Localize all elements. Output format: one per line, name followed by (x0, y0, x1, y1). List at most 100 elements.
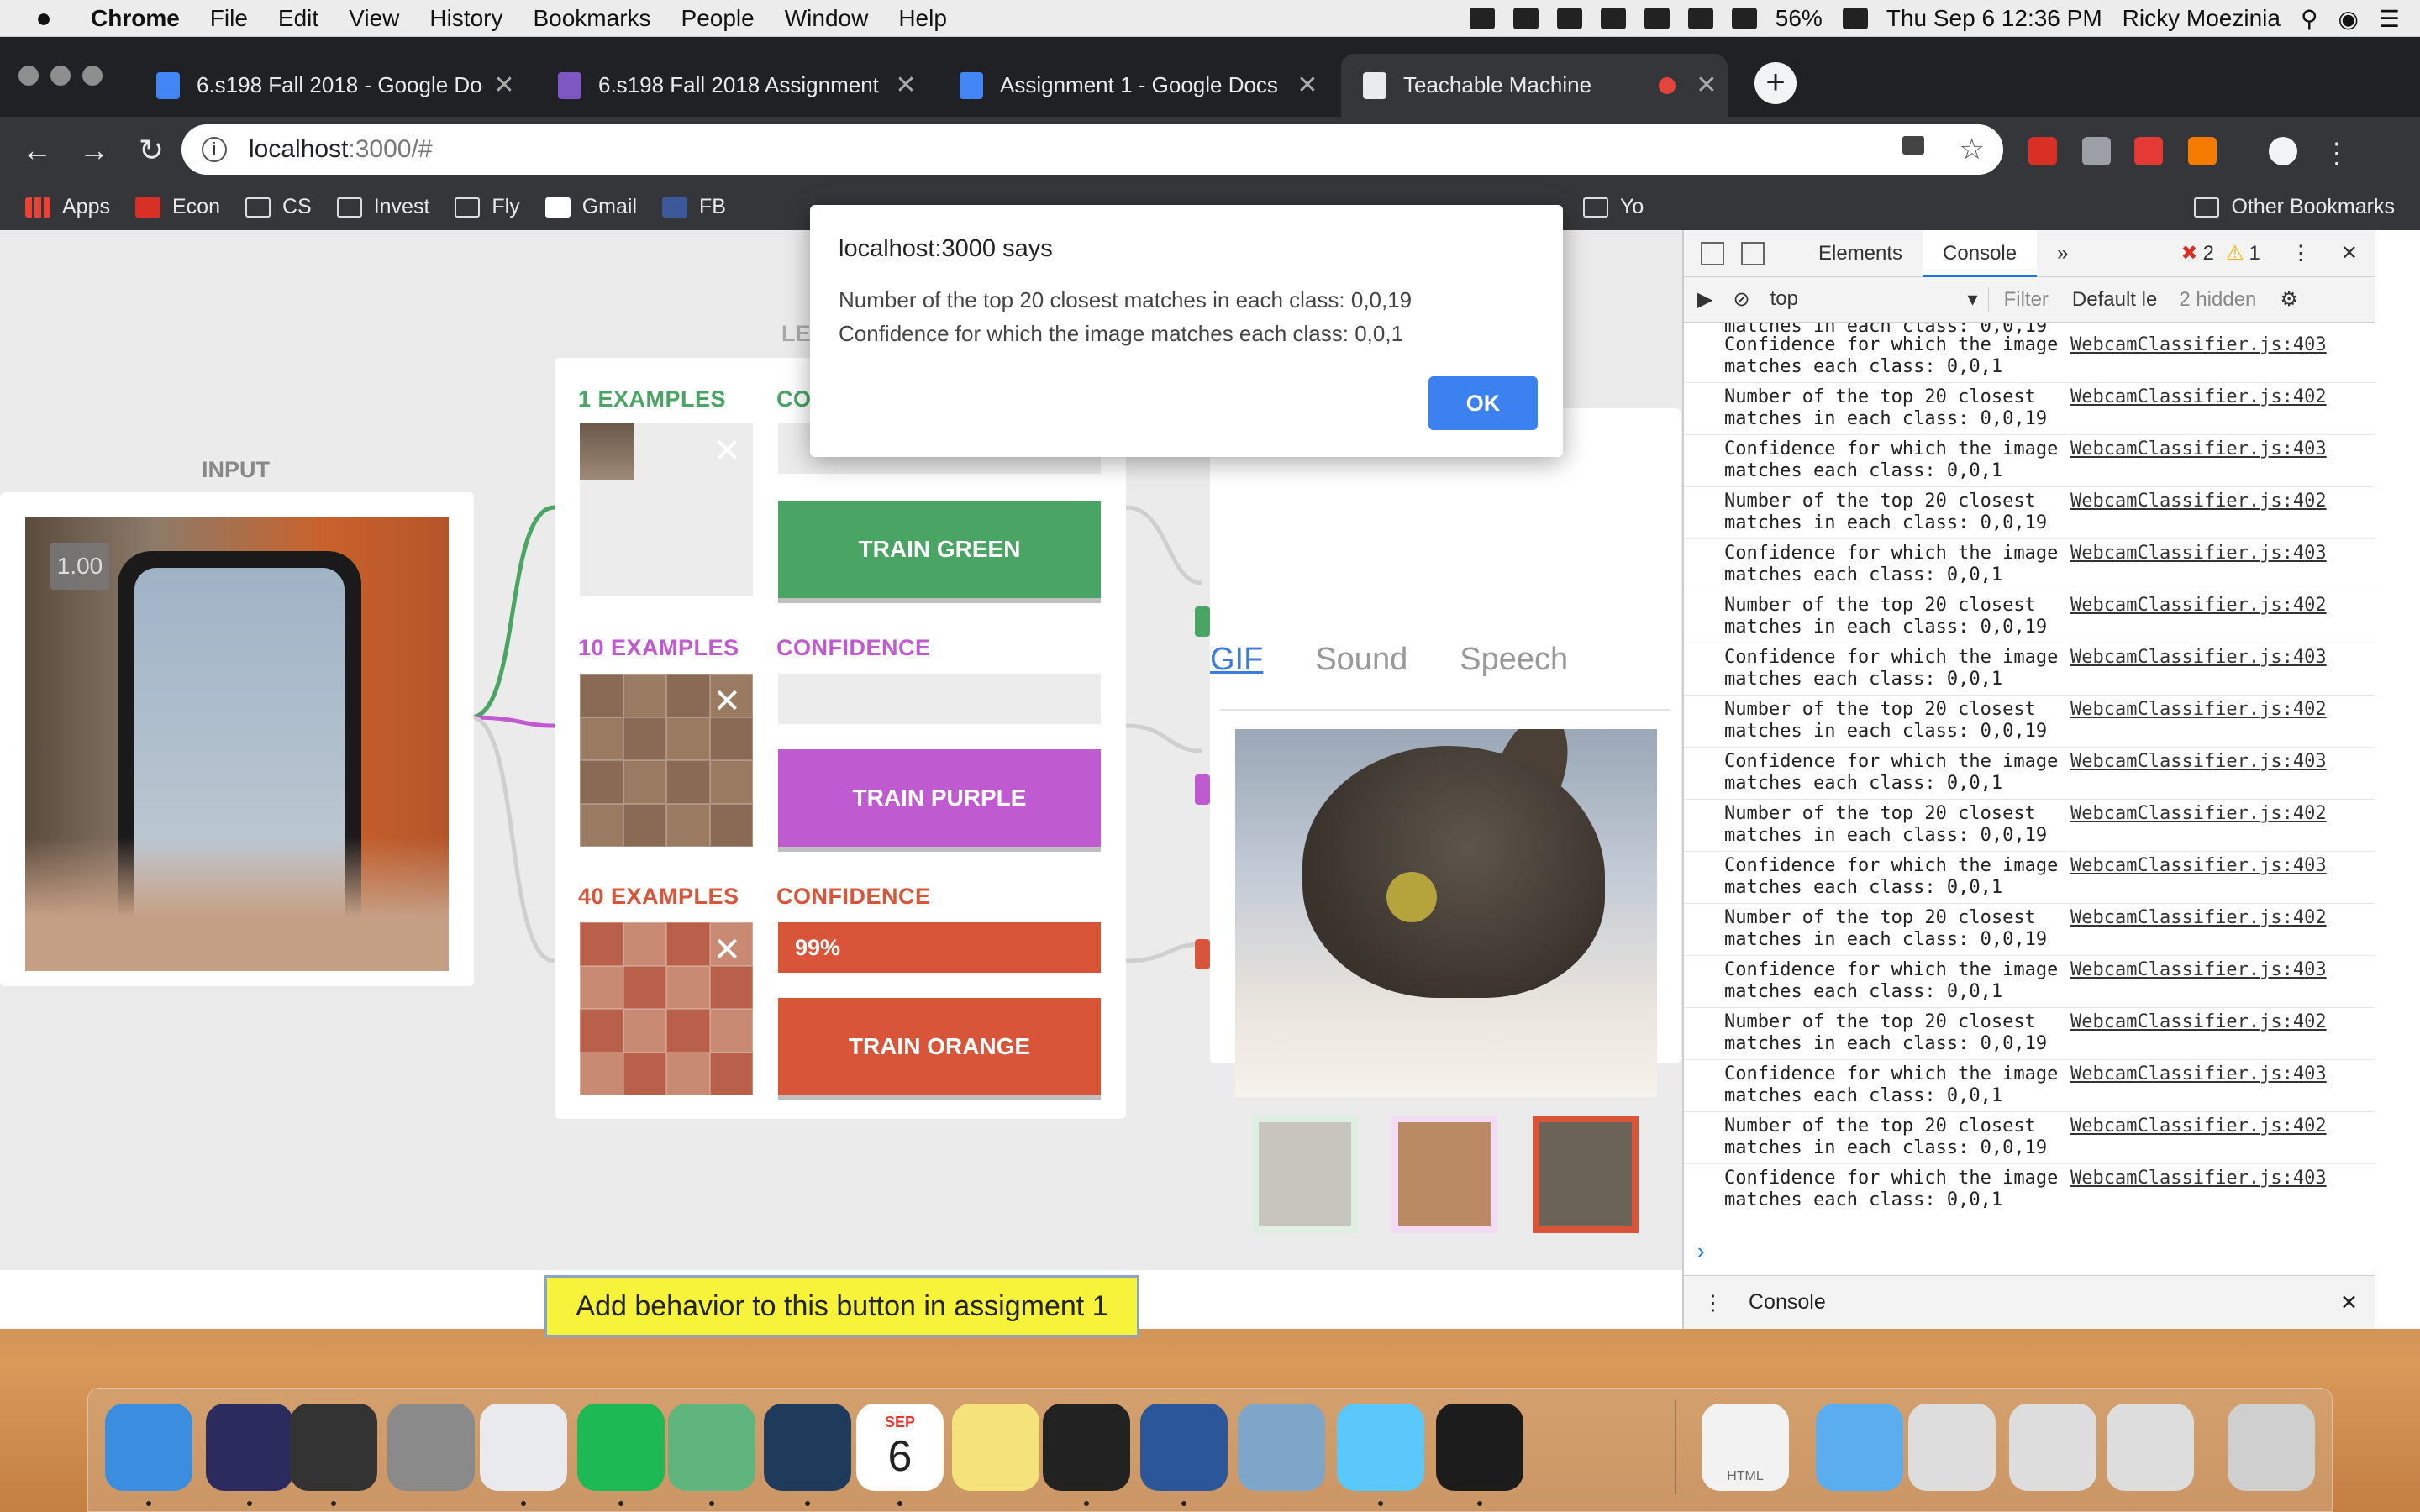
dock-spotify-icon[interactable] (577, 1404, 665, 1491)
devtools-menu-icon[interactable]: ⋮ (2291, 241, 2311, 265)
dock-word-icon[interactable] (1140, 1404, 1228, 1491)
menu-history[interactable]: History (429, 5, 502, 32)
siri-menu-icon[interactable]: ◉ (2338, 5, 2358, 33)
log-source-link[interactable]: WebcamClassifier.js:403 (2070, 855, 2327, 877)
drawer-tab-console[interactable]: Console (1749, 1290, 1826, 1315)
bookmark-invest[interactable]: Invest (336, 195, 429, 219)
clear-examples-icon[interactable]: ✕ (713, 931, 741, 969)
close-drawer-icon[interactable]: ✕ (2340, 1290, 2358, 1315)
log-source-link[interactable]: WebcamClassifier.js:403 (2070, 1168, 2327, 1189)
log-source-link[interactable]: WebcamClassifier.js:403 (2070, 1063, 2327, 1085)
bookmark-star-icon[interactable]: ☆ (1960, 133, 1985, 166)
minimize-window-button[interactable] (50, 66, 71, 86)
zoom-window-button[interactable] (82, 66, 103, 86)
tab-assignment-doc[interactable]: Assignment 1 - Google Docs ✕ (938, 54, 1328, 117)
device-toolbar-icon[interactable] (1741, 241, 1765, 265)
bookmark-fb[interactable]: FB (662, 195, 726, 219)
dock-terminal-icon[interactable] (1043, 1404, 1130, 1491)
menu-help[interactable]: Help (898, 5, 947, 32)
sidebar-toggle-icon[interactable]: ▶ (1697, 287, 1712, 312)
wifi-icon[interactable] (1687, 8, 1713, 29)
bookmark-cs[interactable]: CS (245, 195, 312, 219)
add-behavior-button[interactable]: Add behavior to this button in assigment… (544, 1275, 1139, 1337)
fox-extension-icon[interactable] (2188, 137, 2217, 165)
volume-icon[interactable] (1731, 8, 1757, 29)
console-prompt-icon[interactable]: › (1697, 1238, 1705, 1264)
log-source-link[interactable]: WebcamClassifier.js:402 (2070, 1011, 2327, 1033)
menu-clock[interactable]: Thu Sep 6 12:36 PM (1886, 5, 2102, 32)
back-icon[interactable]: ← (8, 133, 66, 168)
dock-photo-booth-icon[interactable] (290, 1404, 377, 1491)
bookmark-fly[interactable]: Fly (455, 195, 520, 219)
forward-icon[interactable]: → (66, 133, 123, 168)
menu-people[interactable]: People (681, 5, 755, 32)
apple-menu-icon[interactable]: ● (18, 3, 69, 34)
log-source-link[interactable]: WebcamClassifier.js:402 (2070, 595, 2327, 617)
context-selector[interactable]: top ▾ (1770, 287, 1989, 312)
train-orange-button[interactable]: TRAIN ORANGE (778, 998, 1101, 1095)
log-source-link[interactable]: WebcamClassifier.js:402 (2070, 907, 2327, 929)
tab-sound[interactable]: Sound (1315, 642, 1407, 678)
cloud-icon[interactable] (1512, 8, 1539, 29)
spotlight-icon[interactable]: ⚲ (2301, 5, 2318, 33)
new-tab-button[interactable]: + (1754, 62, 1797, 104)
menu-user[interactable]: Ricky Moezinia (2123, 5, 2281, 32)
dialog-ok-button[interactable]: OK (1428, 376, 1538, 430)
tab-elements[interactable]: Elements (1798, 230, 1923, 277)
menu-window[interactable]: Window (785, 5, 869, 32)
extension-icon[interactable] (2082, 137, 2111, 165)
console-settings-icon[interactable]: ⚙ (2280, 287, 2298, 312)
dock-notes-icon[interactable] (952, 1404, 1039, 1491)
notification-center-icon[interactable]: ☰ (2379, 5, 2400, 33)
purple-gif-thumbnail[interactable] (1392, 1116, 1497, 1233)
log-levels-dropdown[interactable]: Default le (2072, 288, 2157, 312)
dock-vscode-icon[interactable] (764, 1404, 851, 1491)
dock-finder-icon[interactable] (105, 1404, 192, 1491)
time-machine-icon[interactable] (1600, 8, 1626, 29)
tab-console[interactable]: Console (1923, 229, 2038, 277)
train-purple-button[interactable]: TRAIN PURPLE (778, 749, 1101, 847)
menu-file[interactable]: File (210, 5, 248, 32)
dock-launchpad-icon[interactable] (387, 1404, 475, 1491)
reload-icon[interactable]: ↻ (123, 133, 180, 168)
battery-percent[interactable]: 56% (1776, 5, 1823, 32)
tab-teachable-machine[interactable]: Teachable Machine ✕ (1341, 54, 1728, 117)
address-bar[interactable]: i localhost:3000/# ☆ (182, 124, 2003, 175)
close-tab-icon[interactable]: ✕ (1686, 71, 1728, 100)
bookmark-apps[interactable]: Apps (25, 195, 110, 219)
dock-chrome-window-2-icon[interactable] (2009, 1404, 2096, 1491)
dock-siri-icon[interactable] (206, 1404, 293, 1491)
log-source-link[interactable]: WebcamClassifier.js:402 (2070, 386, 2327, 408)
drawer-menu-icon[interactable]: ⋮ (1702, 1290, 1723, 1315)
menu-view[interactable]: View (349, 5, 399, 32)
tab-speech[interactable]: Speech (1460, 642, 1568, 678)
bookmark-yo[interactable]: Yo (1582, 195, 1644, 219)
dock-preview-icon[interactable] (1238, 1404, 1325, 1491)
close-window-button[interactable] (18, 66, 39, 86)
dock-html-file-icon[interactable]: HTML (1702, 1404, 1789, 1491)
dock-chrome-window-3-icon[interactable] (2107, 1404, 2194, 1491)
clear-examples-icon[interactable]: ✕ (713, 432, 741, 470)
log-source-link[interactable]: WebcamClassifier.js:403 (2070, 647, 2327, 669)
log-source-link[interactable]: WebcamClassifier.js:403 (2070, 959, 2327, 981)
bluetooth-icon[interactable] (1644, 8, 1670, 29)
dock-trash-icon[interactable] (2228, 1404, 2315, 1491)
log-source-link[interactable]: WebcamClassifier.js:402 (2070, 491, 2327, 512)
log-source-link[interactable]: WebcamClassifier.js:402 (2070, 699, 2327, 721)
clear-examples-icon[interactable]: ✕ (713, 682, 741, 721)
log-source-link[interactable]: WebcamClassifier.js:403 (2070, 438, 2327, 460)
log-source-link[interactable]: WebcamClassifier.js:402 (2070, 1116, 2327, 1137)
bookmark-gmail[interactable]: Gmail (544, 195, 637, 219)
camera-icon[interactable] (1902, 136, 1924, 155)
bookmark-other[interactable]: Other Bookmarks (2194, 195, 2395, 219)
bookmark-econ[interactable]: Econ (134, 195, 220, 219)
log-source-link[interactable]: WebcamClassifier.js:403 (2070, 543, 2327, 564)
menu-app-name[interactable]: Chrome (91, 5, 180, 32)
clear-console-icon[interactable]: ⊘ (1733, 287, 1749, 312)
airplay-icon[interactable] (1556, 8, 1582, 29)
dock-calendar-icon[interactable]: SEP 6 (856, 1404, 944, 1491)
close-tab-icon[interactable]: ✕ (483, 71, 525, 100)
dropbox-icon[interactable] (1469, 8, 1495, 29)
dock-chrome-icon[interactable] (480, 1404, 567, 1491)
menu-bookmarks[interactable]: Bookmarks (533, 5, 650, 32)
